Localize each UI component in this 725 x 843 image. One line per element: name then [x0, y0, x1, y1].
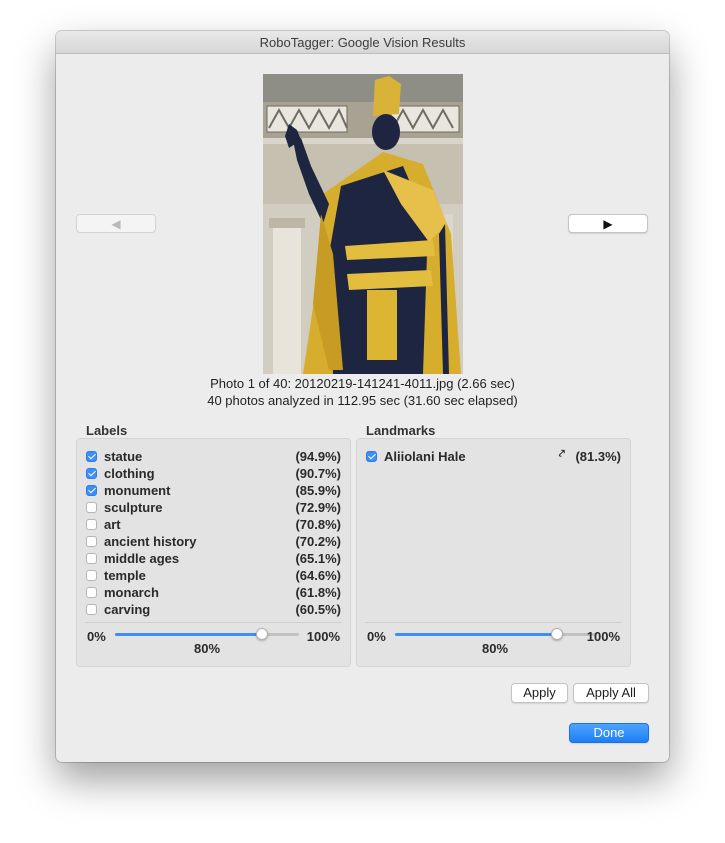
checkbox[interactable] [86, 536, 97, 547]
list-item[interactable]: clothing (90.7%) [86, 465, 341, 482]
checkbox[interactable] [86, 485, 97, 496]
item-label: clothing [104, 466, 155, 481]
results-window: RoboTagger: Google Vision Results ◀ ▶ Ph… [56, 31, 669, 762]
landmarks-slider-min: 0% [367, 629, 386, 644]
photo-preview [263, 74, 463, 374]
triangle-left-icon: ◀ [111, 217, 121, 231]
labels-slider-knob[interactable] [256, 628, 269, 640]
list-item[interactable]: middle ages (65.1%) [86, 550, 341, 567]
item-label: art [104, 517, 121, 532]
item-label: carving [104, 602, 151, 617]
checkbox[interactable] [86, 604, 97, 615]
list-item[interactable]: Aliiolani Hale ⤤ (81.3%) [366, 448, 621, 465]
landmarks-section-title: Landmarks [366, 423, 436, 438]
labels-panel: statue (94.9%) clothing (90.7%) monument (85.… [76, 438, 351, 667]
labels-divider [85, 622, 342, 623]
checkbox[interactable] [86, 519, 97, 530]
checkbox[interactable] [86, 570, 97, 581]
list-item[interactable]: carving (60.5%) [86, 601, 341, 618]
confidence-value: (85.9%) [295, 483, 341, 498]
done-button[interactable]: Done [569, 723, 649, 743]
window-title[interactable]: RoboTagger: Google Vision Results [56, 31, 669, 54]
next-photo-button[interactable]: ▶ [568, 214, 648, 233]
list-item[interactable]: sculpture (72.9%) [86, 499, 341, 516]
landmarks-threshold-slider[interactable] [395, 628, 597, 640]
item-label: ancient history [104, 534, 197, 549]
confidence-value: (70.2%) [295, 534, 341, 549]
checkbox[interactable] [86, 502, 97, 513]
checkbox[interactable] [86, 468, 97, 479]
statue-photo-image [263, 74, 463, 374]
item-label: Aliiolani Hale [384, 449, 466, 464]
list-item[interactable]: temple (64.6%) [86, 567, 341, 584]
list-item[interactable]: statue (94.9%) [86, 448, 341, 465]
apply-button[interactable]: Apply [511, 683, 568, 703]
landmarks-slider-value: 80% [481, 641, 509, 656]
list-item[interactable]: art (70.8%) [86, 516, 341, 533]
confidence-value: (94.9%) [295, 449, 341, 464]
list-item[interactable]: monarch (61.8%) [86, 584, 341, 601]
triangle-right-icon: ▶ [603, 217, 613, 231]
confidence-value: (65.1%) [295, 551, 341, 566]
location-pin-icon: ⤤ [558, 448, 565, 460]
item-label: monarch [104, 585, 159, 600]
photo-info-line: Photo 1 of 40: 20120219-141241-4011.jpg … [210, 376, 515, 391]
item-label: monument [104, 483, 171, 498]
apply-all-button[interactable]: Apply All [573, 683, 649, 703]
item-label: temple [104, 568, 146, 583]
previous-photo-button[interactable]: ◀ [76, 214, 156, 233]
landmarks-slider-max: 100% [586, 629, 620, 644]
labels-section-title: Labels [86, 423, 128, 438]
landmarks-divider [365, 622, 622, 623]
analysis-summary-line: 40 photos analyzed in 112.95 sec (31.60 … [207, 393, 518, 408]
confidence-value: (64.6%) [295, 568, 341, 583]
landmarks-slider-fill [395, 633, 557, 636]
checkbox[interactable] [86, 451, 97, 462]
labels-slider-fill [115, 633, 263, 636]
confidence-value: (81.3%) [575, 449, 621, 464]
checkbox[interactable] [366, 451, 377, 462]
checkbox[interactable] [86, 553, 97, 564]
list-item[interactable]: monument (85.9%) [86, 482, 341, 499]
list-item[interactable]: ancient history (70.2%) [86, 533, 341, 550]
landmarks-slider-knob[interactable] [550, 628, 563, 640]
labels-slider-max: 100% [306, 629, 340, 644]
labels-slider-value: 80% [193, 641, 221, 656]
confidence-value: (90.7%) [295, 466, 341, 481]
item-label: sculpture [104, 500, 163, 515]
checkbox[interactable] [86, 587, 97, 598]
landmarks-panel: Aliiolani Hale ⤤ (81.3%) 0% 100% 80% [356, 438, 631, 667]
confidence-value: (60.5%) [295, 602, 341, 617]
item-label: middle ages [104, 551, 180, 566]
labels-threshold-slider[interactable] [115, 628, 299, 640]
confidence-value: (61.8%) [295, 585, 341, 600]
confidence-value: (72.9%) [295, 500, 341, 515]
labels-slider-min: 0% [87, 629, 106, 644]
item-label: statue [104, 449, 143, 464]
confidence-value: (70.8%) [295, 517, 341, 532]
